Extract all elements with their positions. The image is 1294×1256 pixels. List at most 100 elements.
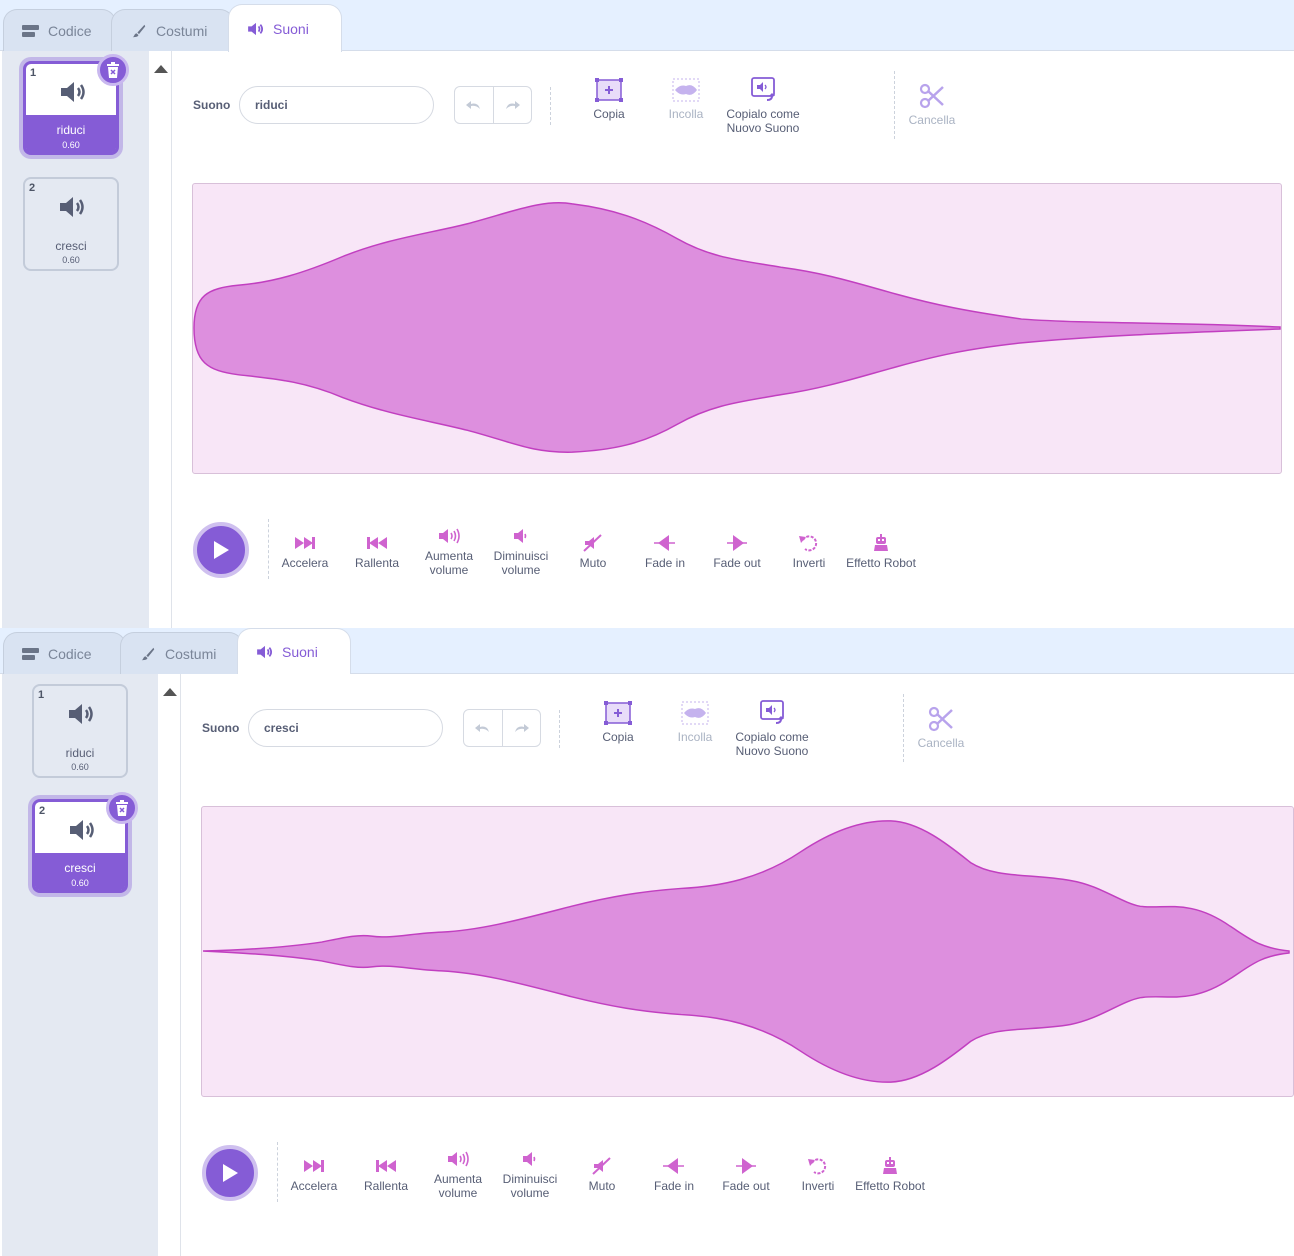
effect-mute-button[interactable]: Muto xyxy=(566,1157,638,1193)
redo-icon xyxy=(506,101,521,109)
scissors-icon xyxy=(928,706,953,732)
tab-costumes[interactable]: Costumi xyxy=(120,632,243,674)
delete-sound-button[interactable] xyxy=(97,54,129,86)
paste-button[interactable]: Incolla xyxy=(656,77,716,121)
sound-name: riduci xyxy=(65,746,95,760)
effect-reverse-button[interactable]: Inverti xyxy=(773,534,845,570)
speaker-icon xyxy=(60,197,84,217)
scroll-up-arrow[interactable] xyxy=(163,688,177,696)
sound-name-label: Suono xyxy=(202,721,240,735)
effect-fade-in-button[interactable]: Fade in xyxy=(638,1157,710,1193)
effect-label: Rallenta xyxy=(354,556,400,570)
tab-code[interactable]: Codice xyxy=(3,9,116,51)
scissors-icon xyxy=(919,83,944,109)
sound-duration: 0.60 xyxy=(71,762,89,772)
sound-tile-2[interactable]: 2 cresci 0.60 xyxy=(23,177,119,271)
sound-name: riduci xyxy=(56,123,86,137)
divider xyxy=(559,710,560,748)
sound-number: 1 xyxy=(38,689,45,701)
paste-wave-icon xyxy=(681,701,709,725)
delete-button[interactable]: Cancella xyxy=(901,83,963,127)
sound-list-scrollbar[interactable] xyxy=(158,674,181,1256)
sound-editor-main: Suono Copia Incolla Copialo come Nuovo S… xyxy=(173,51,1294,628)
tab-sounds[interactable]: Suoni xyxy=(237,628,351,674)
waveform[interactable] xyxy=(201,806,1294,1097)
tab-costumes[interactable]: Costumi xyxy=(111,9,234,51)
sound-list-scrollbar[interactable] xyxy=(149,51,172,628)
tab-code-label: Codice xyxy=(48,645,92,662)
delete-button[interactable]: Cancella xyxy=(910,706,972,750)
effect-slower-button[interactable]: Rallenta xyxy=(341,534,413,570)
volume-up-icon xyxy=(439,528,460,544)
effect-label: Rallenta xyxy=(363,1179,409,1193)
copy-to-new-button[interactable]: Copialo come Nuovo Suono xyxy=(732,700,812,758)
copy-button[interactable]: Copia xyxy=(588,700,648,744)
copy-to-new-button[interactable]: Copialo come Nuovo Suono xyxy=(723,77,803,135)
copy-button[interactable]: Copia xyxy=(579,77,639,121)
effect-reverse-button[interactable]: Inverti xyxy=(782,1157,854,1193)
rewind-icon xyxy=(367,537,387,549)
speaker-icon xyxy=(248,22,263,35)
redo-button[interactable] xyxy=(501,710,541,746)
redo-icon xyxy=(515,724,530,732)
redo-button[interactable] xyxy=(492,87,532,123)
effect-softer-button[interactable]: Diminuisci volume xyxy=(494,1150,566,1200)
undo-button[interactable] xyxy=(464,710,502,746)
paste-label: Incolla xyxy=(677,730,713,744)
fade-out-icon xyxy=(727,535,747,551)
sound-tile-1[interactable]: 1 riduci 0.60 xyxy=(23,54,129,155)
fade-out-icon xyxy=(736,1158,756,1174)
brush-icon xyxy=(141,647,155,660)
tab-code[interactable]: Codice xyxy=(3,632,126,674)
effect-fade-out-button[interactable]: Fade out xyxy=(710,1157,782,1193)
effect-label: Accelera xyxy=(281,556,329,570)
effect-louder-button[interactable]: Aumenta volume xyxy=(413,527,485,577)
undo-redo-group xyxy=(454,86,532,124)
scroll-up-arrow[interactable] xyxy=(154,65,168,73)
sound-name: cresci xyxy=(64,861,96,875)
copy-to-new-label: Copialo come Nuovo Suono xyxy=(726,107,800,135)
reverse-icon xyxy=(808,1158,827,1175)
undo-icon xyxy=(474,724,489,732)
delete-label: Cancella xyxy=(917,736,965,750)
play-button[interactable] xyxy=(193,522,249,578)
sound-name-input[interactable] xyxy=(248,709,443,747)
sound-list: 1 riduci 0.60 2 cresci 0.60 xyxy=(2,51,149,628)
undo-redo-group xyxy=(463,709,541,747)
effect-label: Inverti xyxy=(792,556,826,570)
divider xyxy=(550,87,551,125)
play-button[interactable] xyxy=(202,1145,258,1201)
undo-button[interactable] xyxy=(455,87,493,123)
effect-louder-button[interactable]: Aumenta volume xyxy=(422,1150,494,1200)
effect-label: Fade in xyxy=(644,556,686,570)
paste-button[interactable]: Incolla xyxy=(665,700,725,744)
effect-label: Aumenta volume xyxy=(433,1172,483,1200)
waveform[interactable] xyxy=(192,183,1282,474)
code-blocks-icon xyxy=(22,647,39,660)
sound-name-label: Suono xyxy=(193,98,231,112)
sound-tile-1[interactable]: 1 riduci 0.60 xyxy=(32,684,128,778)
effect-mute-button[interactable]: Muto xyxy=(557,534,629,570)
effect-slower-button[interactable]: Rallenta xyxy=(350,1157,422,1193)
sound-editor-bottom: Codice Costumi Suoni 1 riduci 0.60 2 cre… xyxy=(0,628,1294,1256)
effect-fade-out-button[interactable]: Fade out xyxy=(701,534,773,570)
effect-robot-button[interactable]: Effetto Robot xyxy=(841,534,921,570)
sound-name-input[interactable] xyxy=(239,86,434,124)
delete-sound-button[interactable] xyxy=(106,792,138,824)
effect-faster-button[interactable]: Accelera xyxy=(269,534,341,570)
undo-icon xyxy=(465,101,480,109)
rewind-icon xyxy=(376,1160,396,1172)
sound-tile-2[interactable]: 2 cresci 0.60 xyxy=(32,792,138,893)
effect-fade-in-button[interactable]: Fade in xyxy=(629,534,701,570)
effect-robot-button[interactable]: Effetto Robot xyxy=(850,1157,930,1193)
sound-name: cresci xyxy=(55,239,87,253)
tab-sounds[interactable]: Suoni xyxy=(228,4,342,52)
mute-icon xyxy=(592,1157,611,1175)
sound-editor-main: Suono Copia Incolla Copialo come Nuovo S… xyxy=(182,674,1294,1256)
speaker-icon xyxy=(257,645,272,658)
effect-label: Diminuisci volume xyxy=(493,549,549,577)
effect-label: Effetto Robot xyxy=(846,556,916,570)
effect-faster-button[interactable]: Accelera xyxy=(278,1157,350,1193)
reverse-icon xyxy=(799,535,818,552)
effect-softer-button[interactable]: Diminuisci volume xyxy=(485,527,557,577)
